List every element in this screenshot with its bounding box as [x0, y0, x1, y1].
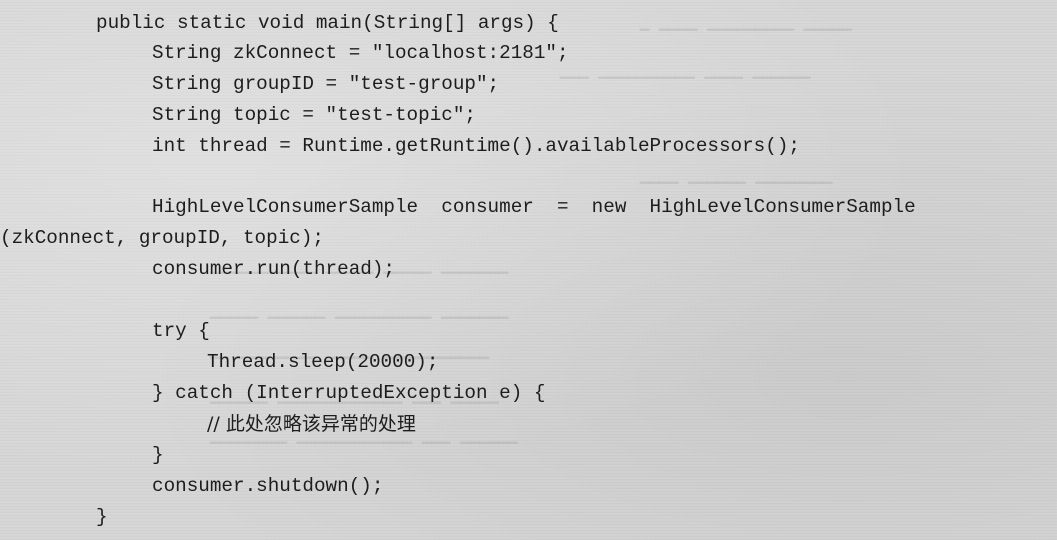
code-comment: // 此处忽略该异常的处理 — [207, 413, 416, 435]
code-line: } — [96, 506, 108, 528]
code-listing: public static void main(String[] args) {… — [0, 0, 916, 528]
code-line: String groupID = "test-group"; — [152, 73, 500, 95]
code-line: (zkConnect, groupID, topic); — [0, 227, 324, 249]
code-line: } catch (InterruptedException e) { — [152, 382, 546, 404]
code-line: HighLevelConsumerSample consumer = new H… — [152, 196, 916, 218]
bleed-through-texture: ▁▁▁▁▁▁ ▁▁▁▁ ▁▁▁▁▁▁▁▁▁▁ ▁▁▁ — [560, 62, 811, 80]
bleed-through-texture: ▁▁▁▁▁▁▁▁ ▁▁▁▁▁▁ ▁▁▁▁ — [640, 167, 833, 185]
code-line: Thread.sleep(20000); — [207, 351, 439, 373]
bleed-through-texture: ▁▁▁▁▁▁▁ ▁▁▁▁▁▁▁▁▁▁ ▁▁▁▁▁▁ ▁▁▁▁▁ — [210, 302, 509, 320]
code-line: consumer.shutdown(); — [152, 475, 384, 497]
code-line: public static void main(String[] args) { — [96, 12, 559, 34]
bleed-through-texture: ▁▁▁▁▁ ▁▁▁▁▁▁▁▁▁ ▁▁▁▁ ▁ — [640, 14, 852, 32]
code-line: String zkConnect = "localhost:2181"; — [152, 42, 569, 64]
code-line: int thread = Runtime.getRuntime().availa… — [152, 135, 800, 157]
code-line: try { — [152, 320, 210, 342]
code-line: consumer.run(thread); — [152, 258, 395, 280]
scanned-page: ▁▁▁▁▁ ▁▁▁▁▁▁▁▁▁ ▁▁▁▁ ▁ ▁▁▁▁▁▁ ▁▁▁▁ ▁▁▁▁▁… — [0, 0, 1057, 540]
code-line: String topic = "test-topic"; — [152, 104, 476, 126]
code-line: } — [152, 444, 164, 466]
